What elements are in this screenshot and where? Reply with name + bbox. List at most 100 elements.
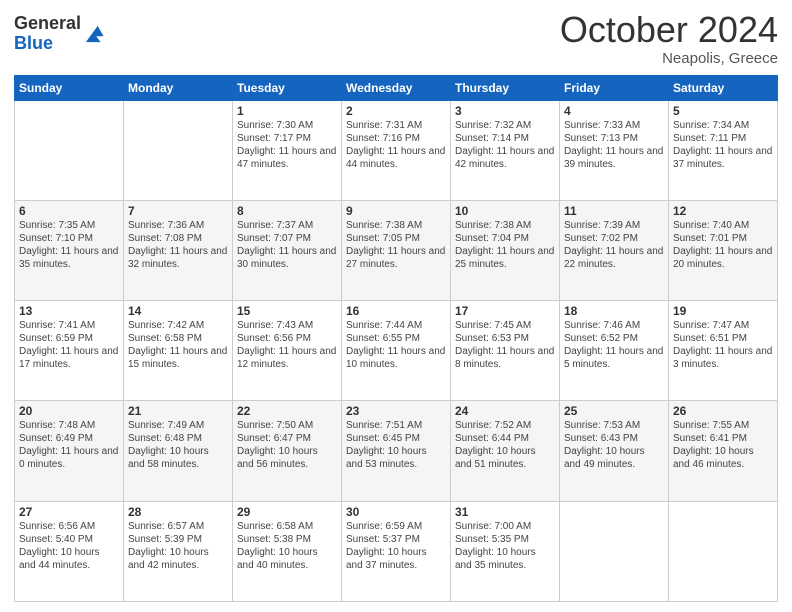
title-block: October 2024 Neapolis, Greece — [560, 10, 778, 67]
calendar-cell: 19Sunrise: 7:47 AMSunset: 6:51 PMDayligh… — [669, 301, 778, 401]
day-number: 6 — [19, 204, 119, 218]
calendar-cell: 16Sunrise: 7:44 AMSunset: 6:55 PMDayligh… — [342, 301, 451, 401]
calendar-cell: 1Sunrise: 7:30 AMSunset: 7:17 PMDaylight… — [233, 100, 342, 200]
weekday-header-monday: Monday — [124, 75, 233, 100]
day-info: Sunrise: 7:53 AMSunset: 6:43 PMDaylight:… — [564, 419, 664, 471]
day-number: 24 — [455, 404, 555, 418]
day-info: Sunrise: 7:30 AMSunset: 7:17 PMDaylight:… — [237, 119, 337, 171]
weekday-header-saturday: Saturday — [669, 75, 778, 100]
calendar-cell: 28Sunrise: 6:57 AMSunset: 5:39 PMDayligh… — [124, 501, 233, 601]
day-info: Sunrise: 7:32 AMSunset: 7:14 PMDaylight:… — [455, 119, 555, 171]
day-info: Sunrise: 6:57 AMSunset: 5:39 PMDaylight:… — [128, 520, 228, 572]
day-info: Sunrise: 7:44 AMSunset: 6:55 PMDaylight:… — [346, 319, 446, 371]
calendar-cell: 2Sunrise: 7:31 AMSunset: 7:16 PMDaylight… — [342, 100, 451, 200]
day-info: Sunrise: 7:38 AMSunset: 7:04 PMDaylight:… — [455, 219, 555, 271]
day-info: Sunrise: 7:50 AMSunset: 6:47 PMDaylight:… — [237, 419, 337, 471]
day-number: 5 — [673, 104, 773, 118]
calendar-cell: 14Sunrise: 7:42 AMSunset: 6:58 PMDayligh… — [124, 301, 233, 401]
calendar-cell: 18Sunrise: 7:46 AMSunset: 6:52 PMDayligh… — [560, 301, 669, 401]
calendar-cell — [669, 501, 778, 601]
day-info: Sunrise: 7:38 AMSunset: 7:05 PMDaylight:… — [346, 219, 446, 271]
day-number: 10 — [455, 204, 555, 218]
day-info: Sunrise: 7:41 AMSunset: 6:59 PMDaylight:… — [19, 319, 119, 371]
week-row-2: 6Sunrise: 7:35 AMSunset: 7:10 PMDaylight… — [15, 200, 778, 300]
calendar-cell: 29Sunrise: 6:58 AMSunset: 5:38 PMDayligh… — [233, 501, 342, 601]
month-title: October 2024 — [560, 10, 778, 50]
calendar-cell: 30Sunrise: 6:59 AMSunset: 5:37 PMDayligh… — [342, 501, 451, 601]
day-number: 18 — [564, 304, 664, 318]
calendar-cell: 17Sunrise: 7:45 AMSunset: 6:53 PMDayligh… — [451, 301, 560, 401]
weekday-header-wednesday: Wednesday — [342, 75, 451, 100]
day-info: Sunrise: 7:46 AMSunset: 6:52 PMDaylight:… — [564, 319, 664, 371]
logo: General Blue — [14, 14, 105, 54]
day-info: Sunrise: 7:31 AMSunset: 7:16 PMDaylight:… — [346, 119, 446, 171]
day-number: 28 — [128, 505, 228, 519]
week-row-3: 13Sunrise: 7:41 AMSunset: 6:59 PMDayligh… — [15, 301, 778, 401]
logo-blue: Blue — [14, 33, 53, 53]
day-info: Sunrise: 7:39 AMSunset: 7:02 PMDaylight:… — [564, 219, 664, 271]
day-info: Sunrise: 7:42 AMSunset: 6:58 PMDaylight:… — [128, 319, 228, 371]
day-info: Sunrise: 7:00 AMSunset: 5:35 PMDaylight:… — [455, 520, 555, 572]
calendar-cell: 9Sunrise: 7:38 AMSunset: 7:05 PMDaylight… — [342, 200, 451, 300]
calendar-cell: 10Sunrise: 7:38 AMSunset: 7:04 PMDayligh… — [451, 200, 560, 300]
day-info: Sunrise: 6:56 AMSunset: 5:40 PMDaylight:… — [19, 520, 119, 572]
calendar-cell: 20Sunrise: 7:48 AMSunset: 6:49 PMDayligh… — [15, 401, 124, 501]
day-info: Sunrise: 7:37 AMSunset: 7:07 PMDaylight:… — [237, 219, 337, 271]
calendar-cell: 12Sunrise: 7:40 AMSunset: 7:01 PMDayligh… — [669, 200, 778, 300]
day-info: Sunrise: 7:45 AMSunset: 6:53 PMDaylight:… — [455, 319, 555, 371]
day-number: 13 — [19, 304, 119, 318]
day-info: Sunrise: 7:48 AMSunset: 6:49 PMDaylight:… — [19, 419, 119, 471]
day-number: 19 — [673, 304, 773, 318]
logo-general: General — [14, 13, 81, 33]
calendar-cell: 15Sunrise: 7:43 AMSunset: 6:56 PMDayligh… — [233, 301, 342, 401]
calendar-cell: 22Sunrise: 7:50 AMSunset: 6:47 PMDayligh… — [233, 401, 342, 501]
day-number: 1 — [237, 104, 337, 118]
day-number: 21 — [128, 404, 228, 418]
weekday-header-thursday: Thursday — [451, 75, 560, 100]
day-info: Sunrise: 7:34 AMSunset: 7:11 PMDaylight:… — [673, 119, 773, 171]
day-number: 30 — [346, 505, 446, 519]
day-number: 15 — [237, 304, 337, 318]
day-info: Sunrise: 7:43 AMSunset: 6:56 PMDaylight:… — [237, 319, 337, 371]
day-number: 22 — [237, 404, 337, 418]
day-number: 14 — [128, 304, 228, 318]
day-number: 26 — [673, 404, 773, 418]
calendar-cell — [560, 501, 669, 601]
weekday-header-tuesday: Tuesday — [233, 75, 342, 100]
day-number: 3 — [455, 104, 555, 118]
day-info: Sunrise: 7:51 AMSunset: 6:45 PMDaylight:… — [346, 419, 446, 471]
calendar-table: SundayMondayTuesdayWednesdayThursdayFrid… — [14, 75, 778, 602]
day-number: 8 — [237, 204, 337, 218]
day-info: Sunrise: 7:49 AMSunset: 6:48 PMDaylight:… — [128, 419, 228, 471]
day-number: 4 — [564, 104, 664, 118]
calendar-cell: 21Sunrise: 7:49 AMSunset: 6:48 PMDayligh… — [124, 401, 233, 501]
day-number: 7 — [128, 204, 228, 218]
calendar-cell: 13Sunrise: 7:41 AMSunset: 6:59 PMDayligh… — [15, 301, 124, 401]
day-number: 12 — [673, 204, 773, 218]
week-row-1: 1Sunrise: 7:30 AMSunset: 7:17 PMDaylight… — [15, 100, 778, 200]
weekday-header-sunday: Sunday — [15, 75, 124, 100]
page: General Blue October 2024 Neapolis, Gree… — [0, 0, 792, 612]
day-number: 9 — [346, 204, 446, 218]
logo-icon — [83, 23, 105, 45]
calendar-cell: 3Sunrise: 7:32 AMSunset: 7:14 PMDaylight… — [451, 100, 560, 200]
day-number: 16 — [346, 304, 446, 318]
calendar-cell — [124, 100, 233, 200]
weekday-header-friday: Friday — [560, 75, 669, 100]
calendar-cell: 26Sunrise: 7:55 AMSunset: 6:41 PMDayligh… — [669, 401, 778, 501]
day-number: 20 — [19, 404, 119, 418]
day-number: 31 — [455, 505, 555, 519]
day-number: 25 — [564, 404, 664, 418]
week-row-4: 20Sunrise: 7:48 AMSunset: 6:49 PMDayligh… — [15, 401, 778, 501]
day-info: Sunrise: 7:35 AMSunset: 7:10 PMDaylight:… — [19, 219, 119, 271]
calendar-cell: 25Sunrise: 7:53 AMSunset: 6:43 PMDayligh… — [560, 401, 669, 501]
week-row-5: 27Sunrise: 6:56 AMSunset: 5:40 PMDayligh… — [15, 501, 778, 601]
day-number: 29 — [237, 505, 337, 519]
day-info: Sunrise: 7:40 AMSunset: 7:01 PMDaylight:… — [673, 219, 773, 271]
calendar-cell: 8Sunrise: 7:37 AMSunset: 7:07 PMDaylight… — [233, 200, 342, 300]
day-number: 11 — [564, 204, 664, 218]
day-info: Sunrise: 7:55 AMSunset: 6:41 PMDaylight:… — [673, 419, 773, 471]
calendar-cell: 11Sunrise: 7:39 AMSunset: 7:02 PMDayligh… — [560, 200, 669, 300]
calendar-cell: 5Sunrise: 7:34 AMSunset: 7:11 PMDaylight… — [669, 100, 778, 200]
location: Neapolis, Greece — [560, 50, 778, 67]
